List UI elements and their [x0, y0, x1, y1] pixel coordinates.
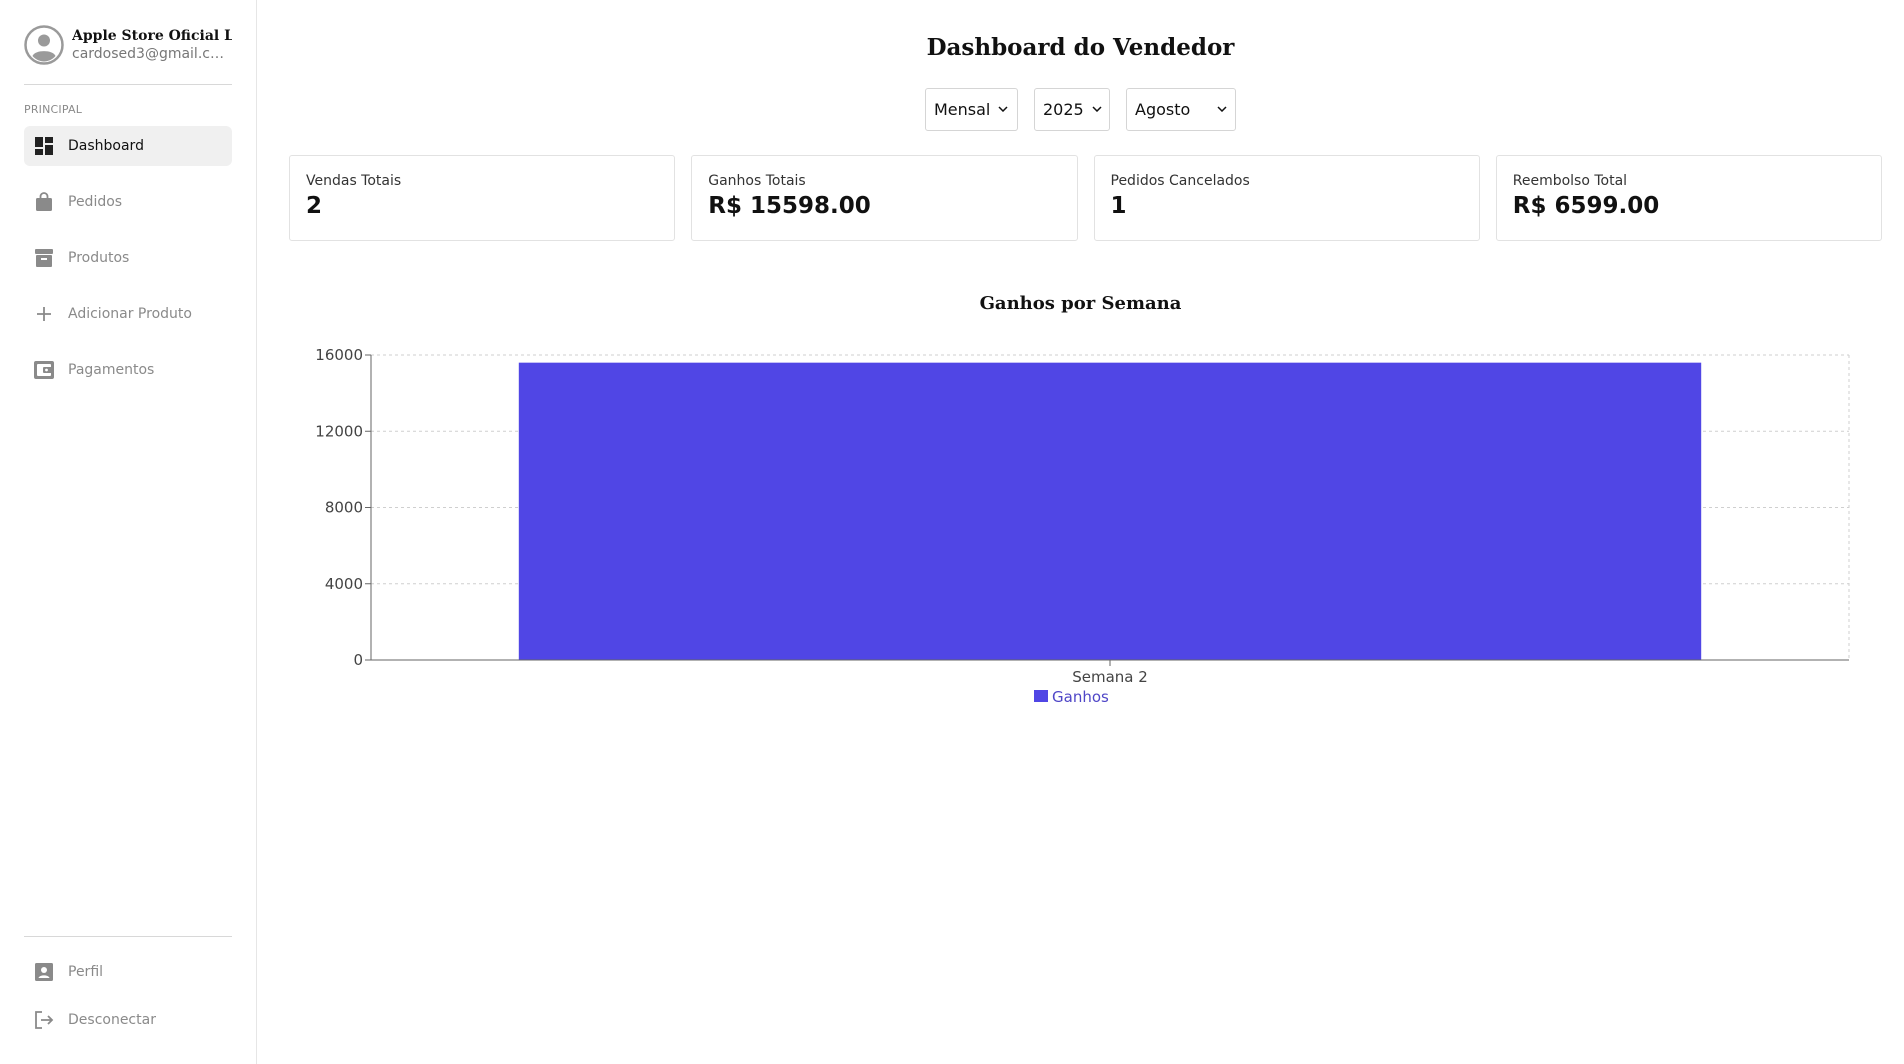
sidebar-item-label: Produtos — [68, 250, 130, 266]
card-label: Pedidos Cancelados — [1110, 173, 1250, 189]
bar-ganhos — [518, 362, 1702, 660]
user-avatar-icon — [24, 25, 64, 65]
page-title: Dashboard do Vendedor — [926, 34, 1235, 61]
card-value: 1 — [1110, 193, 1127, 219]
period-select[interactable]: Mensal — [925, 88, 1018, 131]
sidebar-item-label: Pedidos — [68, 194, 123, 210]
card-pedidos-cancelados: Pedidos Cancelados 1 — [1093, 155, 1480, 241]
sidebar-item-label: Desconectar — [68, 1012, 156, 1028]
legend-label-ganhos: Ganhos — [1052, 688, 1109, 706]
section-label-principal: PRINCIPAL — [24, 103, 83, 116]
archive-box-icon — [34, 248, 54, 268]
sidebar: Apple Store Oficial LTDA cardosed3@gmail… — [0, 0, 257, 1064]
plus-icon — [34, 304, 54, 324]
sidebar-item-label: Adicionar Produto — [68, 306, 192, 322]
year-select-value: 2025 — [1043, 100, 1084, 119]
sidebar-item-dashboard[interactable]: Dashboard — [24, 126, 232, 166]
period-select-value: Mensal — [934, 100, 991, 119]
y-tick-label: 8000 — [325, 499, 363, 517]
shopping-bag-icon — [34, 192, 54, 212]
year-select[interactable]: 2025 — [1034, 88, 1110, 131]
store-name: Apple Store Oficial LTDA — [72, 28, 232, 44]
card-label: Ganhos Totais — [708, 173, 806, 189]
earnings-chart: 0 4000 8000 12000 16000 Semana 2 Ganhos — [289, 330, 1882, 730]
card-label: Reembolso Total — [1512, 173, 1628, 189]
wallet-icon — [34, 360, 54, 380]
legend-swatch-ganhos — [1034, 690, 1048, 702]
card-label: Vendas Totais — [306, 173, 402, 189]
profile-header[interactable]: Apple Store Oficial LTDA cardosed3@gmail… — [24, 24, 232, 66]
logout-icon — [34, 1010, 54, 1030]
sidebar-item-pagamentos[interactable]: Pagamentos — [24, 350, 232, 390]
card-vendas-totais: Vendas Totais 2 — [289, 155, 676, 241]
y-tick-label: 16000 — [315, 346, 363, 364]
chevron-down-icon — [998, 104, 1008, 115]
sidebar-divider-bottom — [24, 936, 232, 937]
card-ganhos-totais: Ganhos Totais R$ 15598.00 — [691, 155, 1078, 241]
card-value: R$ 15598.00 — [708, 193, 871, 219]
chart-title: Ganhos por Semana — [979, 293, 1182, 314]
profile-card-icon — [34, 962, 54, 982]
summary-cards: Vendas Totais 2 Ganhos Totais R$ 15598.0… — [289, 155, 1882, 241]
sidebar-item-desconectar[interactable]: Desconectar — [24, 1000, 232, 1040]
sidebar-item-label: Pagamentos — [68, 362, 155, 378]
sidebar-item-pedidos[interactable]: Pedidos — [24, 182, 232, 222]
card-value: R$ 6599.00 — [1512, 193, 1660, 219]
dashboard-icon — [34, 136, 54, 156]
chevron-down-icon — [1092, 104, 1102, 115]
y-tick-label: 4000 — [325, 575, 363, 593]
earnings-chart-svg: 0 4000 8000 12000 16000 Semana 2 Ganhos — [315, 346, 1850, 706]
month-select[interactable]: Agosto — [1126, 88, 1236, 131]
sidebar-item-perfil[interactable]: Perfil — [24, 952, 232, 992]
sidebar-divider-top — [24, 84, 232, 85]
filter-bar: Mensal 2025 Agosto — [257, 88, 1904, 131]
main-content: Dashboard do Vendedor Mensal 2025 Agosto… — [257, 0, 1904, 1064]
chevron-down-icon — [1217, 104, 1227, 115]
card-value: 2 — [306, 193, 323, 219]
sidebar-item-adicionar-produto[interactable]: Adicionar Produto — [24, 294, 232, 334]
sidebar-item-label: Perfil — [68, 964, 104, 980]
store-email: cardosed3@gmail.com — [72, 46, 232, 62]
x-tick-label: Semana 2 — [1072, 668, 1148, 686]
sidebar-item-produtos[interactable]: Produtos — [24, 238, 232, 278]
y-tick-label: 12000 — [315, 422, 363, 440]
month-select-value: Agosto — [1135, 100, 1191, 119]
card-reembolso-total: Reembolso Total R$ 6599.00 — [1495, 155, 1882, 241]
sidebar-item-label: Dashboard — [68, 138, 144, 154]
y-tick-label: 0 — [353, 651, 363, 669]
